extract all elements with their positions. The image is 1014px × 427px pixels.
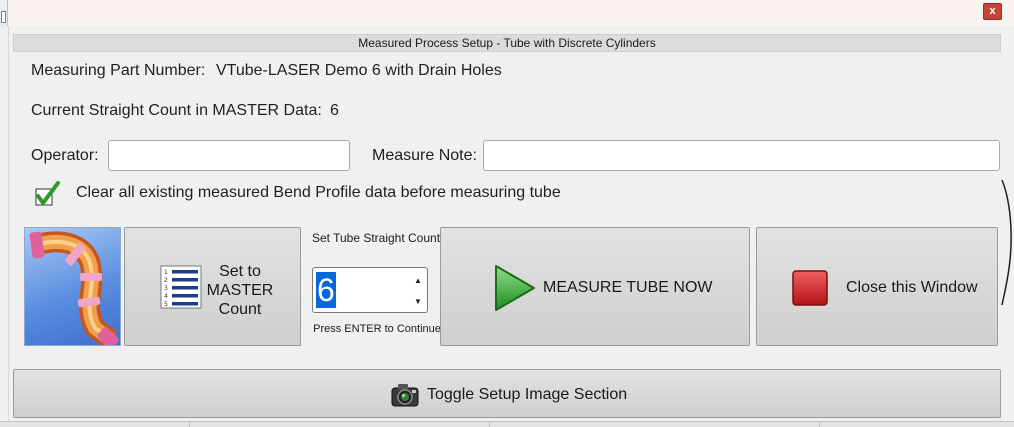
operator-label: Operator: — [31, 147, 99, 164]
svg-text:1: 1 — [164, 269, 168, 276]
background-window-edge — [0, 0, 8, 26]
straight-count-value: 6 — [330, 102, 339, 119]
close-window-button[interactable]: Close this Window — [756, 227, 998, 346]
numbered-list-icon: 1 2 3 4 5 — [160, 265, 202, 309]
clear-data-label: Clear all existing measured Bend Profile… — [76, 184, 561, 201]
svg-text:5: 5 — [164, 301, 168, 308]
part-number-value: VTube-LASER Demo 6 with Drain Holes — [216, 62, 502, 79]
play-icon — [495, 265, 535, 311]
camera-icon — [391, 384, 419, 407]
measure-tube-now-button[interactable]: MEASURE TUBE NOW — [440, 227, 750, 346]
window-close-button[interactable]: x — [983, 3, 1002, 20]
straight-count-spinner[interactable]: 6 ▲ ▼ — [312, 267, 428, 313]
bent-tube-illustration — [29, 231, 119, 345]
svg-text:2: 2 — [164, 277, 168, 284]
measured-process-setup-dialog: Measured Process Setup - Tube with Discr… — [8, 26, 1006, 427]
tube-setup-image — [24, 227, 121, 346]
measure-tube-now-label: MEASURE TUBE NOW — [543, 279, 713, 296]
set-master-count-label: Set to MASTER Count — [206, 263, 274, 318]
measure-note-label: Measure Note: — [372, 147, 477, 164]
clear-data-checkbox[interactable] — [33, 180, 61, 208]
dialog-title: Measured Process Setup - Tube with Discr… — [13, 34, 1001, 52]
background-window-bottom — [0, 421, 1014, 427]
spinner-value[interactable]: 6 — [316, 272, 336, 308]
part-number-label: Measuring Part Number: — [31, 62, 206, 79]
background-window-strip — [0, 0, 1014, 26]
toggle-setup-image-label: Toggle Setup Image Section — [427, 386, 628, 403]
background-window-edge-right — [1001, 179, 1012, 306]
close-window-label: Close this Window — [846, 279, 978, 296]
measure-note-input[interactable] — [483, 140, 1000, 171]
enter-hint-text: Press ENTER to Continue — [313, 323, 441, 335]
operator-input[interactable] — [108, 140, 350, 171]
svg-text:4: 4 — [164, 293, 168, 300]
spinner-up-arrow-icon[interactable]: ▲ — [411, 274, 425, 288]
svg-text:3: 3 — [164, 285, 168, 292]
stop-icon — [792, 270, 828, 306]
straight-count-label: Current Straight Count in MASTER Data: — [31, 102, 322, 119]
set-master-count-button[interactable]: 1 2 3 4 5 Set to MASTER Count — [124, 227, 301, 346]
straight-count-spinner-label: Set Tube Straight Count — [311, 231, 441, 245]
spinner-down-arrow-icon[interactable]: ▼ — [411, 295, 425, 309]
toggle-setup-image-button[interactable]: Toggle Setup Image Section — [13, 369, 1001, 418]
